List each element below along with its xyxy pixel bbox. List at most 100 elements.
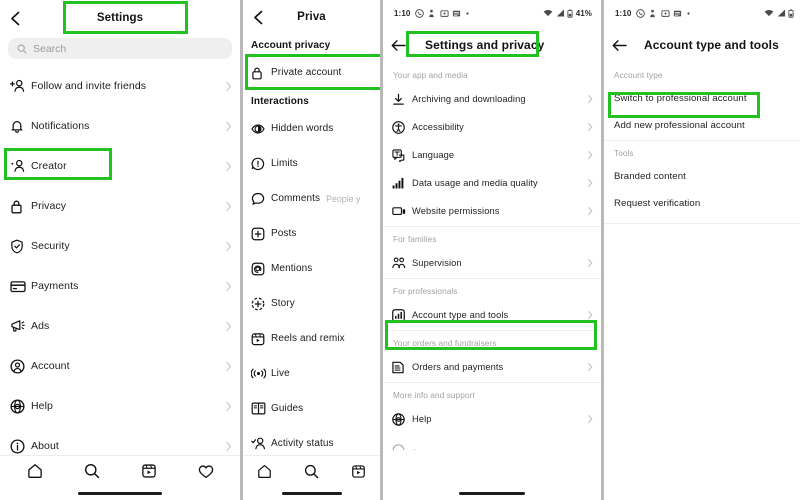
battery-icon xyxy=(567,8,573,18)
list-item-supervision[interactable]: Supervision xyxy=(383,249,601,277)
message-icon xyxy=(661,9,670,18)
settings-and-privacy-header: Settings and privacy xyxy=(383,26,601,64)
list-item-accessibility[interactable]: Accessibility xyxy=(383,113,601,141)
list-item-website-permissions[interactable]: Website permissions xyxy=(383,197,601,225)
panel-settings-and-privacy: 1:10 41% Settings and privacy Your app a… xyxy=(383,0,601,500)
plus-square-icon xyxy=(251,227,271,241)
list-item-posts[interactable]: Posts xyxy=(243,216,380,251)
account-type-header: Account type and tools xyxy=(604,26,800,64)
list-item-label: Supervision xyxy=(412,258,462,268)
list-item-label: Creator xyxy=(31,160,67,172)
list-item-privacy[interactable]: Privacy xyxy=(0,186,240,226)
list-item-help[interactable]: Help xyxy=(383,405,601,433)
list-item-label: Website permissions xyxy=(412,206,500,216)
page-title: Priva xyxy=(297,11,326,23)
home-indicator xyxy=(243,486,380,500)
list-item-payments[interactable]: Payments xyxy=(0,266,240,306)
list-item-label: Account xyxy=(31,360,70,372)
chevron-right-icon xyxy=(222,321,232,332)
list-item-data-usage[interactable]: Data usage and media quality xyxy=(383,169,601,197)
comment-icon xyxy=(251,192,271,206)
chevron-right-icon xyxy=(222,161,232,172)
list-item-follow-invite[interactable]: Follow and invite friends xyxy=(0,66,240,106)
add-person-icon xyxy=(10,79,31,93)
list-item-security[interactable]: Security xyxy=(0,226,240,266)
list-item-branded-content[interactable]: Branded content xyxy=(604,163,800,190)
bell-icon xyxy=(10,119,31,134)
list-item-label: Switch to professional account xyxy=(614,93,747,104)
list-item-account-type-and-tools[interactable]: Account type and tools xyxy=(383,301,601,329)
status-bar: 1:10 xyxy=(383,0,601,26)
home-indicator xyxy=(383,486,601,500)
list-item-label: Limits xyxy=(271,158,298,169)
list-item-add-new-professional-account[interactable]: Add new professional account xyxy=(604,112,800,139)
chevron-right-icon xyxy=(222,281,232,292)
guides-icon xyxy=(251,402,271,415)
heart-icon[interactable] xyxy=(198,464,214,479)
list-item-label: Hidden words xyxy=(271,123,334,134)
home-icon[interactable] xyxy=(257,464,272,479)
list-item-label: Payments xyxy=(31,280,79,292)
list-item-label: Comments xyxy=(271,193,321,204)
download-icon xyxy=(392,93,412,106)
list-item-limits[interactable]: Limits xyxy=(243,146,380,181)
status-time: 1:10 xyxy=(615,8,632,18)
reels-icon[interactable] xyxy=(141,463,157,479)
search-container: Search xyxy=(0,36,240,66)
list-item-mentions[interactable]: Mentions xyxy=(243,251,380,286)
list-item-guides[interactable]: Guides xyxy=(243,391,380,426)
bottom-divider xyxy=(604,223,800,224)
section-divider xyxy=(383,382,601,383)
activity-status-icon xyxy=(251,437,271,450)
list-item-label: Help xyxy=(412,414,432,424)
home-icon[interactable] xyxy=(27,463,43,479)
section-account-type: Account type xyxy=(614,71,663,80)
status-bar: 1:10 xyxy=(604,0,800,26)
panel-account-type-and-tools: 1:10 Account type and tools Account type… xyxy=(604,0,800,500)
list-item-orders-and-payments[interactable]: Orders and payments xyxy=(383,353,601,381)
list-item-comments[interactable]: Comments People y xyxy=(243,181,380,216)
chevron-right-icon xyxy=(583,206,593,216)
list-item-help[interactable]: Help xyxy=(0,386,240,426)
search-icon xyxy=(17,44,27,54)
list-item-label: Mentions xyxy=(271,263,313,274)
lifebuoy-icon xyxy=(392,412,412,426)
search-icon[interactable] xyxy=(304,464,319,479)
list-item-label: Posts xyxy=(271,228,297,239)
page-title: Settings xyxy=(96,12,144,24)
list-item-account[interactable]: Account xyxy=(0,346,240,386)
list-item-partially-visible[interactable]: .. xyxy=(383,433,601,461)
chevron-right-icon xyxy=(222,121,232,132)
partial-icon xyxy=(392,443,412,451)
list-item-language[interactable]: Language xyxy=(383,141,601,169)
shield-check-icon xyxy=(10,239,31,254)
section-your-orders: Your orders and fundraisers xyxy=(393,339,497,348)
signal-icon xyxy=(556,9,565,17)
lock-icon xyxy=(251,66,271,80)
list-item-reels-and-remix[interactable]: Reels and remix xyxy=(243,321,380,356)
list-item-ads[interactable]: Ads xyxy=(0,306,240,346)
list-item-creator[interactable]: Creator xyxy=(0,146,240,186)
list-item-live[interactable]: Live xyxy=(243,356,380,391)
list-item-archiving-downloading[interactable]: Archiving and downloading xyxy=(383,85,601,113)
message-icon xyxy=(440,9,449,18)
panel-settings: Settings Search Follow and invite friend… xyxy=(0,0,240,500)
list-item-label: Private account xyxy=(271,67,342,78)
search-input[interactable]: Search xyxy=(8,38,232,59)
wifi-icon xyxy=(764,9,774,17)
list-item-notifications[interactable]: Notifications xyxy=(0,106,240,146)
section-divider xyxy=(604,140,800,141)
list-item-private-account[interactable]: Private account xyxy=(243,55,380,90)
person-icon xyxy=(648,9,657,18)
back-button[interactable] xyxy=(391,39,411,52)
list-item-switch-to-professional-account[interactable]: Switch to professional account xyxy=(604,85,800,112)
list-item-label: Live xyxy=(271,368,290,379)
list-item-hidden-words[interactable]: Hidden words xyxy=(243,111,380,146)
list-item-request-verification[interactable]: Request verification xyxy=(604,190,800,217)
search-icon[interactable] xyxy=(84,463,100,479)
news-icon xyxy=(673,9,682,18)
back-button[interactable] xyxy=(612,39,632,52)
list-item-story[interactable]: Story xyxy=(243,286,380,321)
privacy-header: Priva xyxy=(243,0,380,34)
reels-icon[interactable] xyxy=(351,464,366,479)
